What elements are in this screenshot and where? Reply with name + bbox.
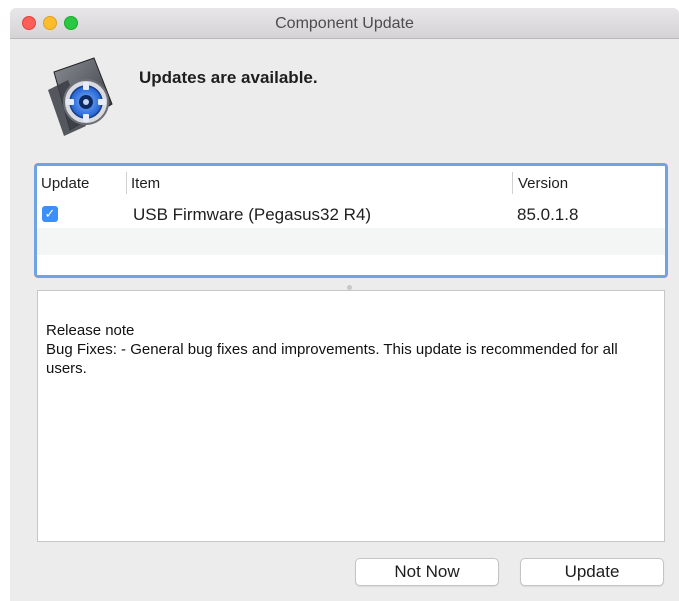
- column-header-update[interactable]: Update: [41, 175, 89, 192]
- empty-table-row: [37, 228, 665, 255]
- update-checkbox[interactable]: ✓: [42, 206, 58, 222]
- updates-table[interactable]: Update Item Version ✓ USB Firmware (Pega…: [34, 163, 668, 278]
- updates-available-heading: Updates are available.: [139, 68, 318, 87]
- release-notes-panel[interactable]: Release note Bug Fixes: - General bug fi…: [37, 290, 665, 542]
- column-header-version[interactable]: Version: [518, 175, 568, 192]
- column-header-item[interactable]: Item: [131, 175, 160, 192]
- not-now-button[interactable]: Not Now: [355, 558, 499, 586]
- table-row[interactable]: ✓ USB Firmware (Pegasus32 R4) 85.0.1.8: [37, 201, 665, 228]
- table-header: Update Item Version: [37, 166, 665, 202]
- settings-disk-icon: [48, 57, 113, 136]
- release-notes-body: Bug Fixes: - General bug fixes and impro…: [46, 341, 618, 377]
- window-title: Component Update: [275, 15, 414, 32]
- release-notes-heading: Release note: [46, 322, 135, 339]
- empty-table-row: [37, 255, 665, 275]
- component-update-window: Component Update Updates are available.: [10, 8, 679, 601]
- item-name: USB Firmware (Pegasus32 R4): [133, 205, 372, 224]
- update-button[interactable]: Update: [520, 558, 664, 586]
- column-divider: [512, 172, 513, 194]
- item-version: 85.0.1.8: [517, 205, 579, 224]
- title-bar[interactable]: Component Update: [10, 8, 679, 39]
- column-divider: [126, 172, 127, 194]
